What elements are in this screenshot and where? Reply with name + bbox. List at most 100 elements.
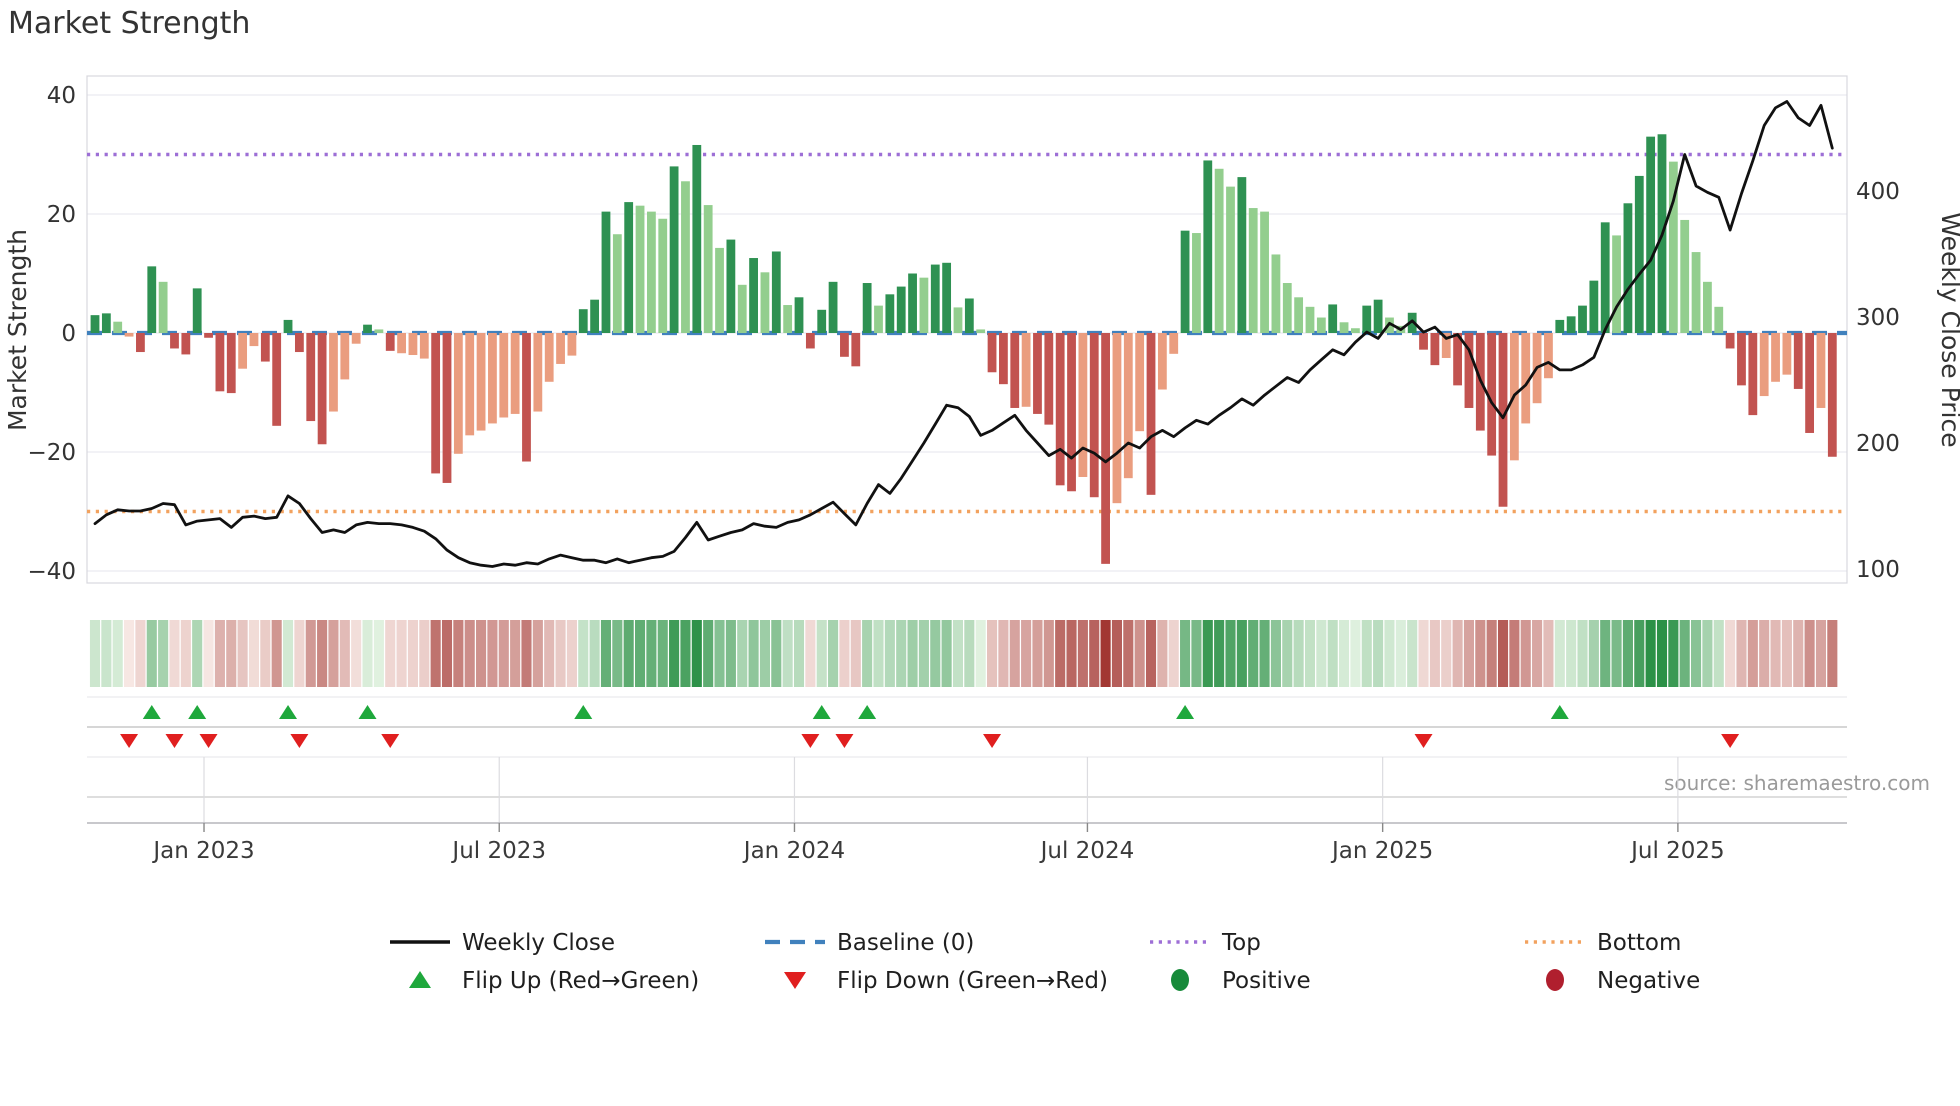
heatmap-cell [1236, 620, 1247, 687]
strength-bar [113, 321, 123, 333]
left-tick-label: 40 [47, 83, 76, 109]
flip-marker-row [87, 696, 1847, 823]
heatmap-cell [998, 620, 1009, 687]
heatmap-cell [124, 620, 135, 687]
strength-bar [181, 333, 191, 355]
flip-up-marker [142, 705, 161, 719]
heatmap-cell [430, 620, 441, 687]
strength-bar [1555, 319, 1565, 333]
right-tick-label: 400 [1856, 179, 1900, 205]
strength-bar [1146, 333, 1156, 495]
heatmap-cell [1622, 620, 1633, 687]
x-tick-label: Jul 2023 [450, 838, 546, 864]
heatmap-cell [964, 620, 975, 687]
heatmap-cell [634, 620, 646, 687]
legend-triangle-up-icon [409, 971, 431, 988]
heatmap-cell [1600, 620, 1611, 687]
flip-down-marker [1414, 734, 1433, 748]
page-title: Market Strength [8, 6, 250, 41]
heatmap-cell [589, 620, 600, 687]
flip-up-marker [279, 705, 298, 719]
flip-up-marker [188, 705, 207, 719]
market-strength-chart: Market Strength Market Strength Weekly C… [3, 6, 1960, 994]
heatmap-cell [1702, 620, 1713, 687]
strength-bar [374, 329, 384, 333]
heatmap-cell [952, 620, 964, 687]
strength-bar [590, 299, 600, 333]
flip-down-marker [835, 734, 854, 748]
strength-bar [840, 333, 849, 357]
heatmap-cell [1021, 620, 1032, 687]
strength-bar [1203, 160, 1213, 333]
strength-bar [737, 284, 747, 333]
legend-item: Bottom [1525, 930, 1681, 956]
strength-bar [1703, 281, 1712, 333]
strength-bar [624, 202, 634, 333]
strength-bar [885, 294, 895, 333]
flip-down-marker [1721, 734, 1740, 748]
x-tick-label: Jan 2025 [1330, 838, 1433, 864]
legend-item-label: Baseline (0) [837, 930, 974, 956]
heatmap-cell [1180, 620, 1191, 687]
strength-bar [828, 281, 838, 333]
strength-bar [681, 181, 690, 333]
heatmap-cell [896, 620, 907, 687]
heatmap-cell [941, 620, 952, 687]
heatmap-cell [89, 620, 101, 687]
heatmap-cell [498, 620, 509, 687]
strength-bar [1282, 283, 1292, 333]
heatmap-cell [396, 620, 407, 687]
strength-bar [794, 297, 804, 333]
legend: Weekly Close Baseline (0) Top Bottom Flip Up… [390, 930, 1700, 994]
left-tick-label: 0 [61, 321, 76, 347]
strength-bar [90, 315, 100, 333]
heatmap-cell [930, 620, 941, 687]
strength-bar [874, 305, 883, 333]
flip-up-marker [1550, 705, 1569, 719]
strength-bar [1498, 333, 1508, 507]
strength-bar [942, 262, 952, 333]
right-axis-label: Weekly Close Price [1936, 212, 1960, 447]
strength-bar [601, 211, 611, 333]
heatmap-cell [464, 620, 475, 687]
heatmap-cell [101, 620, 112, 687]
heatmap-cell [441, 620, 453, 687]
heatmap-cell [180, 620, 191, 687]
strength-bar [1634, 175, 1644, 333]
heatmap-cell [1520, 620, 1531, 687]
heatmap-cell [1611, 620, 1622, 687]
heatmap-cell [805, 620, 816, 687]
heatmap-cell [248, 620, 260, 687]
heatmap-cell [1634, 620, 1645, 687]
strength-bar [567, 333, 577, 356]
strength-bar [340, 333, 350, 380]
heatmap-cell [1066, 620, 1077, 687]
strength-bar [204, 333, 213, 338]
heatmap-cell [1577, 620, 1588, 687]
heatmap-cell [1123, 620, 1134, 687]
strength-bar [363, 324, 372, 333]
heatmap-cell [1759, 620, 1770, 687]
heatmap-cell [1270, 620, 1281, 687]
heatmap-cell [1134, 620, 1145, 687]
strength-bar [930, 264, 940, 333]
strength-bar [1078, 333, 1088, 477]
heatmap-cell [1032, 620, 1043, 687]
strength-bar [1123, 333, 1133, 479]
strength-bar [964, 298, 974, 333]
heatmap-cell [1691, 620, 1702, 687]
strength-bar [1169, 333, 1179, 354]
heatmap-cell [1543, 620, 1554, 687]
strength-bar [1271, 254, 1281, 333]
strength-bar [1101, 333, 1110, 564]
strength-bar [771, 251, 781, 333]
strength-bar [1544, 333, 1553, 379]
legend-item: Negative [1546, 968, 1700, 994]
heatmap-cell [476, 620, 487, 687]
heatmap-cell [1827, 620, 1838, 687]
strength-bar [385, 333, 395, 351]
heatmap-cell [487, 620, 498, 687]
flip-down-marker [983, 734, 1002, 748]
heatmap-cell [1214, 620, 1225, 687]
heatmap-cell [1339, 620, 1350, 687]
